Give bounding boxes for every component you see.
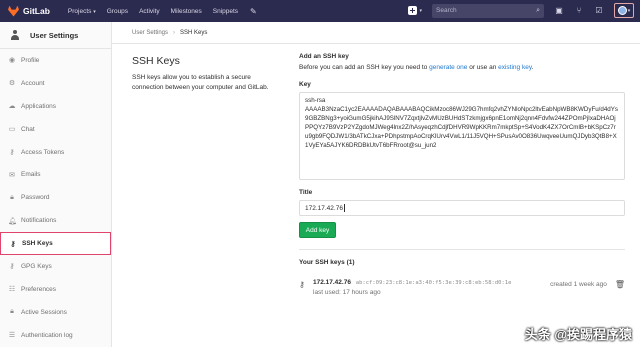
key-last-used: last used: 17 hours ago bbox=[313, 289, 381, 296]
key-label: Key bbox=[299, 81, 311, 88]
user-icon bbox=[10, 30, 20, 40]
user-circle-icon: ◉ bbox=[8, 57, 16, 65]
nav-projects[interactable]: Projects ▾ bbox=[68, 8, 96, 15]
intro-section: SSH Keys SSH keys allow you to establish… bbox=[132, 55, 282, 93]
key-fingerprint: ab:cf:09:23:c8:1e:a3:40:f5:3e:39:c8:eb:5… bbox=[355, 280, 512, 286]
bell-icon: 🔔︎ bbox=[8, 217, 17, 225]
watermark: 头条 @挨踢程序猿 bbox=[524, 327, 632, 342]
lock-icon: 🔒︎ bbox=[10, 193, 14, 201]
chevron-down-icon: ▾ bbox=[419, 7, 422, 14]
key-textarea[interactable]: ssh-rsa AAAAB3NzaC1yc2EAAAADAQABAAABAQCik… bbox=[299, 92, 625, 180]
generate-key-link[interactable]: generate one bbox=[429, 64, 467, 71]
gitlab-logo[interactable]: GitLab bbox=[8, 5, 50, 17]
your-keys-heading: Your SSH keys (1) bbox=[299, 259, 355, 266]
key-icon: ⚷ bbox=[10, 240, 16, 248]
chevron-down-icon: ▾ bbox=[627, 7, 631, 14]
add-key-heading: Add an SSH key bbox=[299, 53, 349, 60]
nav-activity[interactable]: Activity bbox=[139, 8, 160, 15]
envelope-icon: ✉ bbox=[9, 171, 15, 179]
key-icon: ⚷ bbox=[9, 149, 15, 156]
cloud-icon: ☁ bbox=[8, 103, 16, 111]
search-icon: ⌕ bbox=[536, 6, 540, 14]
key-icon: ⚷ bbox=[299, 280, 305, 289]
add-key-button[interactable]: Add key bbox=[299, 222, 336, 238]
sidebar-item-access-tokens[interactable]: ⚷ Access Tokens bbox=[0, 141, 111, 164]
top-navbar: GitLab Projects ▾ Groups Activity Milest… bbox=[0, 0, 640, 22]
sidebar-item-password[interactable]: 🔒︎ Password bbox=[0, 186, 111, 209]
sidebar-item-gpg-keys[interactable]: ⚷ GPG Keys bbox=[0, 255, 111, 278]
sidebar-item-chat[interactable]: ▭ Chat bbox=[0, 118, 111, 141]
title-label: Title bbox=[299, 189, 313, 196]
merge-requests-icon[interactable]: ⑂ bbox=[574, 6, 584, 15]
search-input[interactable]: Search ⌕ bbox=[432, 3, 544, 18]
nav-snippets[interactable]: Snippets bbox=[213, 8, 238, 15]
avatar bbox=[617, 6, 627, 15]
sidebar-item-notifications[interactable]: 🔔︎ Notifications bbox=[0, 209, 111, 232]
page-description: SSH keys allow you to establish a secure… bbox=[132, 74, 269, 91]
sliders-icon: ☷ bbox=[8, 286, 16, 294]
title-field-value: 172.17.42.76 bbox=[305, 204, 343, 212]
sidebar-menu: ◉ Profile ⚙ Account ☁ Applications ▭ Chat ⚷ A… bbox=[0, 49, 111, 347]
sidebar-item-applications[interactable]: ☁ Applications bbox=[0, 95, 111, 118]
trash-icon[interactable]: 🗑︎ bbox=[615, 280, 625, 289]
sidebar-item-preferences[interactable]: ☷ Preferences bbox=[0, 278, 111, 301]
existing-key-link[interactable]: existing key bbox=[498, 64, 531, 71]
admin-wrench-icon[interactable]: ✎ bbox=[250, 7, 257, 16]
breadcrumb: User Settings › SSH Keys bbox=[112, 22, 640, 44]
text-cursor bbox=[343, 204, 345, 212]
user-menu[interactable]: ▾ bbox=[614, 3, 634, 18]
gear-icon: ⚙ bbox=[8, 80, 16, 88]
sidebar-header[interactable]: User Settings bbox=[0, 22, 111, 49]
key-icon: ⚷ bbox=[9, 263, 15, 271]
todos-icon[interactable]: ☑ bbox=[594, 6, 604, 15]
nav-groups[interactable]: Groups bbox=[107, 8, 128, 15]
sidebar-item-authentication-log[interactable]: ☰ Authentication log bbox=[0, 324, 111, 347]
sidebar-item-profile[interactable]: ◉ Profile bbox=[0, 49, 111, 72]
settings-sidebar: User Settings ◉ Profile ⚙ Account ☁ Applica… bbox=[0, 22, 112, 347]
issues-icon[interactable]: ▣ bbox=[554, 6, 564, 15]
add-key-description: Before you can add an SSH key you need t… bbox=[299, 64, 534, 71]
gitlab-tanuki-icon bbox=[8, 5, 19, 17]
sidebar-item-emails[interactable]: ✉ Emails bbox=[0, 163, 111, 186]
key-title-link[interactable]: 172.17.42.76 bbox=[313, 279, 351, 286]
chat-icon: ▭ bbox=[8, 126, 16, 134]
breadcrumb-current[interactable]: SSH Keys bbox=[180, 30, 207, 36]
plus-icon bbox=[408, 6, 418, 15]
sidebar-item-ssh-keys[interactable]: ⚷ SSH Keys bbox=[0, 232, 111, 256]
new-item-button[interactable]: ▾ bbox=[408, 6, 422, 15]
page-title: SSH Keys bbox=[132, 55, 180, 67]
sidebar-title: User Settings bbox=[30, 30, 79, 40]
lock-icon: 🔒︎ bbox=[10, 308, 14, 316]
ssh-key-form: Add an SSH key Before you can add an SSH… bbox=[299, 53, 625, 296]
brand-name: GitLab bbox=[23, 6, 50, 16]
list-item: ⚷ 172.17.42.76 ab:cf:09:23:c8:1e:a3:40:f… bbox=[299, 279, 625, 296]
section-divider bbox=[299, 249, 625, 250]
sidebar-item-active-sessions[interactable]: 🔒︎ Active Sessions bbox=[0, 301, 111, 324]
title-field[interactable]: 172.17.42.76 bbox=[299, 200, 625, 216]
breadcrumb-parent[interactable]: User Settings bbox=[132, 30, 168, 36]
sidebar-item-account[interactable]: ⚙ Account bbox=[0, 72, 111, 95]
breadcrumb-separator-icon: › bbox=[173, 29, 176, 36]
list-icon: ☰ bbox=[8, 332, 16, 340]
nav-milestones[interactable]: Milestones bbox=[171, 8, 202, 15]
key-textarea-value: ssh-rsa AAAAB3NzaC1yc2EAAAADAQABAAABAQCik… bbox=[305, 97, 618, 149]
key-created: created 1 week ago bbox=[550, 281, 607, 288]
